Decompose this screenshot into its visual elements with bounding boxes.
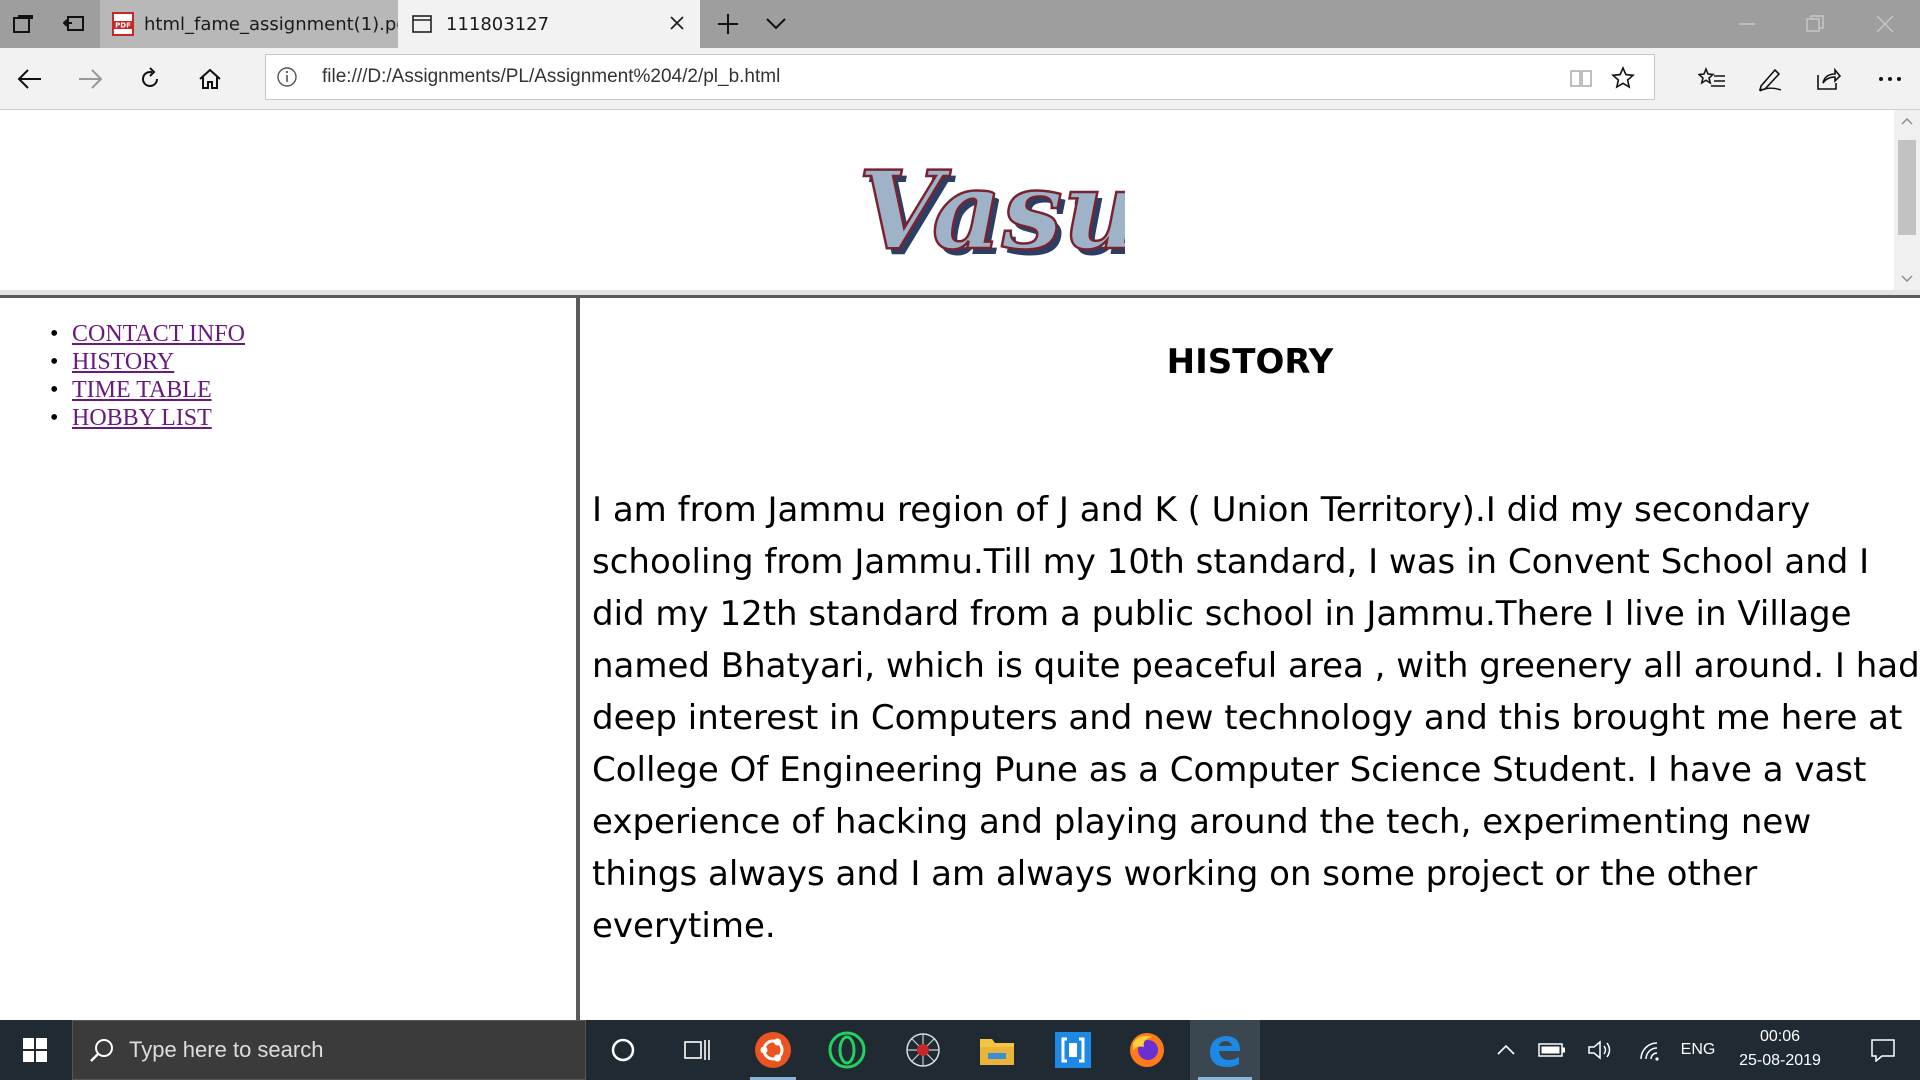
close-tab-icon[interactable]: [666, 12, 688, 34]
new-tab-icon[interactable]: [704, 0, 752, 48]
language-text: ENG: [1680, 1041, 1716, 1058]
menu-item: TIME TABLE: [50, 376, 245, 404]
tab-bar: PDF html_fame_assignment(1).pdf 11180312…: [0, 0, 1920, 48]
search-placeholder: Type here to search: [129, 1037, 324, 1062]
history-paragraph: I am from Jammu region of J and K ( Unio…: [592, 490, 1920, 946]
minimize-icon[interactable]: [1714, 0, 1780, 48]
menu-item: CONTACT INFO: [50, 320, 245, 348]
content-frame: HISTORY I am from Jammu region of J and …: [580, 298, 1920, 1020]
navigation-bar: file:///D:/Assignments/PL/Assignment%204…: [0, 48, 1920, 110]
reading-view-icon[interactable]: [1566, 63, 1596, 93]
info-icon[interactable]: [276, 66, 298, 88]
language-indicator[interactable]: ENG: [1676, 1020, 1720, 1080]
taskbar: Type here to search ENG 00:06 25-08-2019: [0, 1020, 1920, 1080]
edge-icon[interactable]: [1190, 1020, 1260, 1080]
clock-time: 00:06: [1759, 1028, 1801, 1045]
url-text: file:///D:/Assignments/PL/Assignment%204…: [322, 66, 781, 87]
spider-icon[interactable]: [892, 1020, 954, 1080]
tab-title: 111803127: [446, 13, 550, 35]
file-explorer-icon[interactable]: [966, 1020, 1028, 1080]
cortana-icon[interactable]: [598, 1020, 648, 1080]
windows-start-icon[interactable]: [0, 1020, 70, 1080]
page-icon: [412, 15, 432, 33]
history-link[interactable]: HISTORY: [72, 349, 174, 375]
address-bar[interactable]: file:///D:/Assignments/PL/Assignment%204…: [265, 54, 1655, 100]
home-icon[interactable]: [186, 56, 234, 102]
tab-pdf[interactable]: PDF html_fame_assignment(1).pdf: [100, 0, 398, 48]
clock-date: 25-08-2019: [1739, 1052, 1821, 1069]
show-hidden-icons-chevron-icon[interactable]: [1486, 1020, 1526, 1080]
tab-preview-chevron-icon[interactable]: [752, 0, 800, 48]
forward-icon[interactable]: [66, 56, 114, 102]
close-window-icon[interactable]: [1852, 0, 1918, 48]
ubuntu-icon[interactable]: [742, 1020, 804, 1080]
refresh-icon[interactable]: [126, 56, 174, 102]
tab-title: html_fame_assignment(1).pdf: [144, 13, 398, 35]
favorite-star-icon[interactable]: [1608, 63, 1638, 93]
hobby-list-link[interactable]: HOBBY LIST: [72, 405, 212, 431]
menu-frame: CONTACT INFO HISTORY TIME TABLE HOBBY LI…: [0, 298, 576, 1020]
more-options-icon[interactable]: [1866, 56, 1914, 102]
battery-icon[interactable]: [1530, 1020, 1574, 1080]
page-viewport: Vasu Vasu CONTACT INFO HISTORY TIME TABL…: [0, 110, 1920, 1020]
action-center-icon[interactable]: [1850, 1020, 1916, 1080]
pen-notes-icon[interactable]: [1746, 56, 1794, 102]
menu-item: HOBBY LIST: [50, 404, 245, 432]
contact-info-link[interactable]: CONTACT INFO: [72, 321, 245, 347]
scroll-thumb[interactable]: [1898, 140, 1916, 235]
wifi-icon[interactable]: [1628, 1020, 1672, 1080]
clock[interactable]: 00:06 25-08-2019: [1720, 1020, 1840, 1080]
header-frame: Vasu Vasu: [0, 110, 1894, 290]
logo-text: Vasu: [858, 148, 1125, 274]
frame-divider-horizontal[interactable]: [0, 290, 1920, 298]
share-icon[interactable]: [1804, 56, 1852, 102]
menu-item: HISTORY: [50, 348, 245, 376]
firefox-icon[interactable]: [1116, 1020, 1178, 1080]
tab-manager-icon[interactable]: [0, 0, 48, 48]
bracket-app-icon[interactable]: [1042, 1020, 1104, 1080]
restore-icon[interactable]: [1782, 0, 1848, 48]
search-icon: [89, 1037, 115, 1063]
back-icon[interactable]: [6, 56, 54, 102]
time-table-link[interactable]: TIME TABLE: [72, 377, 212, 403]
scroll-up-icon[interactable]: [1894, 110, 1920, 132]
opera-icon[interactable]: [816, 1020, 878, 1080]
taskbar-search-box[interactable]: Type here to search: [72, 1020, 586, 1080]
menu-list: CONTACT INFO HISTORY TIME TABLE HOBBY LI…: [50, 320, 245, 432]
favorites-icon[interactable]: [1688, 56, 1736, 102]
task-view-icon[interactable]: [672, 1020, 722, 1080]
header-scrollbar[interactable]: [1894, 110, 1920, 290]
logo: Vasu Vasu: [855, 147, 1146, 280]
volume-icon[interactable]: [1578, 1020, 1622, 1080]
set-aside-tabs-icon[interactable]: [50, 0, 98, 48]
tab-active[interactable]: 111803127: [398, 0, 700, 48]
history-heading: HISTORY: [1166, 342, 1334, 382]
pdf-icon: PDF: [112, 12, 134, 36]
scroll-down-icon[interactable]: [1894, 268, 1920, 290]
svg-text:PDF: PDF: [115, 22, 131, 30]
